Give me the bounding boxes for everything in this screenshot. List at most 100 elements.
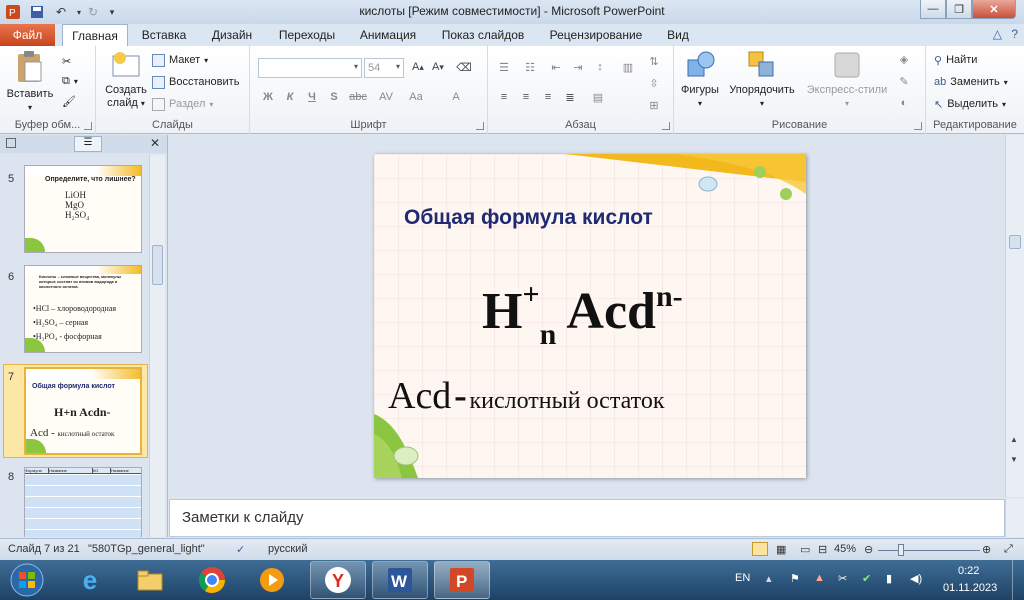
find-button[interactable]: ⚲ Найти <box>934 51 977 69</box>
zoom-slider-thumb[interactable] <box>898 544 904 556</box>
align-right-icon[interactable]: ≡ <box>538 88 558 106</box>
font-launcher-icon[interactable] <box>476 122 484 130</box>
underline-button[interactable]: Ч <box>302 88 322 106</box>
restore-button[interactable]: ❐ <box>946 0 972 19</box>
tab-transitions[interactable]: Переходы <box>272 24 342 46</box>
quick-styles-button[interactable]: Экспресс-стили ▾ <box>804 50 890 110</box>
tray-app-icon[interactable]: ✔ <box>862 572 871 585</box>
media-player-taskbar[interactable] <box>244 561 300 599</box>
spellcheck-icon[interactable]: ✓ <box>236 543 245 556</box>
minimize-button[interactable]: — <box>920 0 946 19</box>
outline-tab-icon[interactable]: ☰ <box>74 136 102 152</box>
select-button[interactable]: ↖ Выделить ▾ <box>934 95 1006 113</box>
next-slide-icon[interactable]: ▼ <box>1010 455 1018 464</box>
show-desktop-button[interactable] <box>1012 560 1024 600</box>
volume-icon[interactable]: ◀) <box>910 572 922 585</box>
acid-formula[interactable]: H+ n Acdn- <box>482 278 683 351</box>
tab-file[interactable]: Файл <box>0 24 55 46</box>
smartart-icon[interactable]: ⊞ <box>644 96 664 114</box>
paragraph-launcher-icon[interactable] <box>662 122 670 130</box>
change-case-button[interactable]: Aa <box>404 88 428 106</box>
powerpoint-taskbar[interactable]: P <box>434 561 490 599</box>
font-name-combo[interactable]: ▾ <box>258 58 362 78</box>
grow-font-icon[interactable]: A ▴ <box>408 58 428 76</box>
tab-view[interactable]: Вид <box>662 24 694 46</box>
slide-thumbnail-5[interactable]: Определите, что лишнее? LiOH MgO H₂SO₄ <box>24 165 142 253</box>
clear-format-icon[interactable]: ⌫ <box>454 58 474 76</box>
clock-time[interactable]: 0:22 <box>958 565 979 577</box>
explorer-taskbar[interactable] <box>122 561 178 599</box>
slide-scrollbar[interactable]: ▲ ▼ <box>1005 135 1024 497</box>
section-button[interactable]: Раздел ▾ <box>152 95 213 113</box>
current-slide[interactable]: Общая формула кислот H+n Acdn- Acd - кис… <box>374 154 806 478</box>
columns2-icon[interactable]: ▤ <box>588 88 608 106</box>
drawing-launcher-icon[interactable] <box>914 122 922 130</box>
cut-icon[interactable]: ✂ <box>62 52 71 70</box>
decrease-indent-icon[interactable]: ⇤ <box>546 58 566 76</box>
italic-button[interactable]: К <box>280 88 300 106</box>
slide-thumbnail-6[interactable]: Кислоты – сложные вещества, молекулы кот… <box>24 265 142 353</box>
chrome-taskbar[interactable] <box>184 561 240 599</box>
tab-insert[interactable]: Вставка <box>134 24 194 46</box>
font-size-combo[interactable]: 54 ▾ <box>364 58 404 78</box>
tray-app-icon[interactable]: ✂ <box>838 572 847 585</box>
shrink-font-icon[interactable]: A ▾ <box>428 58 448 76</box>
slide-thumbnail-8[interactable]: Формула Название КО Название <box>24 467 142 537</box>
tab-review[interactable]: Рецензирование <box>540 24 652 46</box>
help-icon[interactable]: ? <box>1011 27 1018 41</box>
notes-pane[interactable]: Заметки к слайду <box>169 499 1005 537</box>
language-indicator[interactable]: русский <box>268 543 307 555</box>
close-button[interactable]: ✕ <box>972 0 1016 19</box>
tab-home[interactable]: Главная <box>62 24 128 46</box>
tray-flag-icon[interactable]: ⚑ <box>790 572 800 585</box>
line-spacing-icon[interactable]: ↕ <box>590 58 610 76</box>
align-text-icon[interactable]: ⇳ <box>644 74 664 92</box>
acid-residue-definition[interactable]: Acd - кислотный остаток <box>388 374 664 418</box>
tray-chevron-icon[interactable]: ▴ <box>766 572 772 585</box>
zoom-slider-track[interactable] <box>878 550 980 551</box>
reading-view-icon[interactable]: ▭ <box>800 543 810 556</box>
slideshow-icon[interactable]: ⊟ <box>818 543 827 556</box>
bold-button[interactable]: Ж <box>258 88 278 106</box>
shape-effects-icon[interactable]: ◐ <box>894 94 914 112</box>
word-taskbar[interactable]: W <box>372 561 428 599</box>
justify-icon[interactable]: ≣ <box>560 88 580 106</box>
bullets-icon[interactable]: ☰ <box>494 58 514 76</box>
slide-thumbnail-7[interactable]: Общая формула кислот H+n Acdn- Acd - кис… <box>24 367 142 455</box>
close-panel-icon[interactable]: ✕ <box>150 136 160 150</box>
shapes-button[interactable]: Фигуры ▾ <box>678 50 722 110</box>
columns-icon[interactable]: ▥ <box>618 58 638 76</box>
theme-name[interactable]: "580TGp_general_light" <box>88 543 205 555</box>
scroll-thumb[interactable] <box>1009 235 1021 249</box>
reset-button[interactable]: Восстановить <box>152 73 239 91</box>
numbering-icon[interactable]: ☷ <box>520 58 540 76</box>
strikethrough-button[interactable]: abc <box>346 88 370 106</box>
copy-icon[interactable]: ⧉ ▾ <box>62 72 78 90</box>
tab-slideshow[interactable]: Показ слайдов <box>436 24 530 46</box>
tab-animation[interactable]: Анимация <box>352 24 424 46</box>
fit-to-window-icon[interactable]: ⤢ <box>1004 543 1013 556</box>
zoom-level[interactable]: 45% <box>834 543 856 555</box>
format-painter-icon[interactable]: 🖌 <box>62 92 76 110</box>
new-slide-button[interactable]: Создать слайд ▾ <box>102 50 150 110</box>
slides-tab-icon[interactable] <box>6 138 16 148</box>
shape-outline-icon[interactable]: ✎ <box>894 72 914 90</box>
shadow-button[interactable]: S <box>324 88 344 106</box>
notes-scrollbar[interactable] <box>1005 499 1024 537</box>
slide-title[interactable]: Общая формула кислот <box>404 206 653 230</box>
arrange-button[interactable]: Упорядочить ▾ <box>724 50 800 110</box>
increase-indent-icon[interactable]: ⇥ <box>568 58 588 76</box>
text-direction-icon[interactable]: ⇅ <box>644 52 664 70</box>
clipboard-launcher-icon[interactable] <box>84 122 92 130</box>
shape-fill-icon[interactable]: ◈ <box>894 50 914 68</box>
clock-date[interactable]: 01.11.2023 <box>943 582 997 594</box>
font-color-button[interactable]: A <box>446 88 466 106</box>
tab-design[interactable]: Дизайн <box>202 24 262 46</box>
minimize-ribbon-icon[interactable]: △ <box>993 27 1002 41</box>
spacing-button[interactable]: AV <box>374 88 398 106</box>
normal-view-icon[interactable] <box>752 542 768 556</box>
layout-button[interactable]: Макет ▾ <box>152 51 208 69</box>
thumbnails-scrollbar[interactable] <box>149 155 165 537</box>
previous-slide-icon[interactable]: ▲ <box>1010 435 1018 444</box>
tray-app-icon[interactable]: ▲ <box>814 572 825 584</box>
